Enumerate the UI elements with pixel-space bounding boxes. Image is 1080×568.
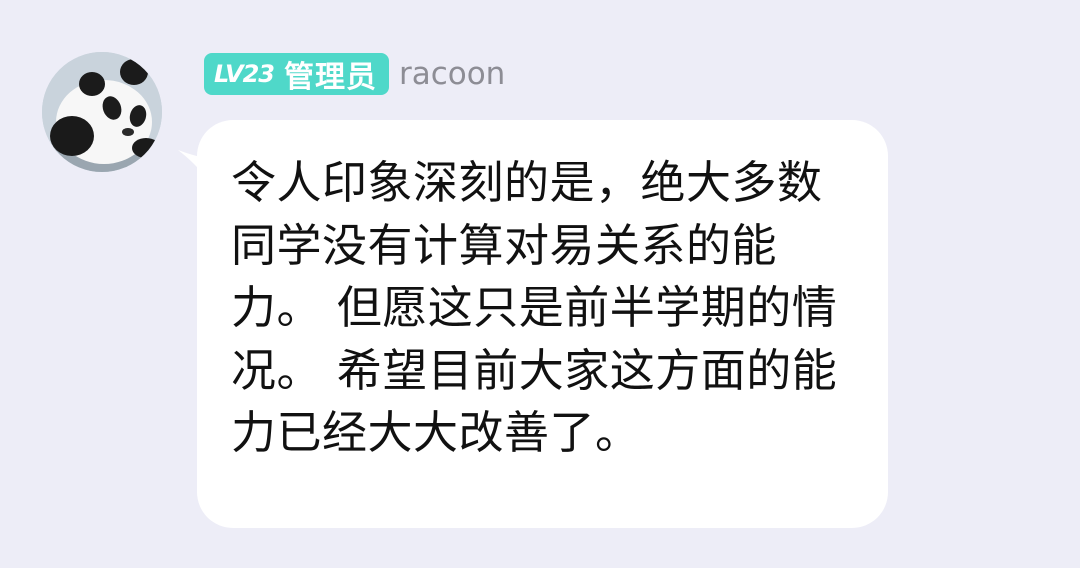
panda-avatar-icon [42, 52, 162, 172]
avatar[interactable] [42, 52, 162, 172]
message-bubble[interactable]: 令人印象深刻的是，绝大多数同学没有计算对易关系的能力。 但愿这只是前半学期的情况… [197, 120, 888, 528]
username[interactable]: racoon [399, 56, 505, 92]
level-label: LV23 [214, 60, 275, 88]
role-label: 管理员 [283, 60, 377, 95]
message-header: LV23 管理员 racoon [204, 53, 505, 95]
message-text: 令人印象深刻的是，绝大多数同学没有计算对易关系的能力。 但愿这只是前半学期的情况… [231, 156, 838, 459]
level-badge[interactable]: LV23 管理员 [204, 53, 389, 95]
